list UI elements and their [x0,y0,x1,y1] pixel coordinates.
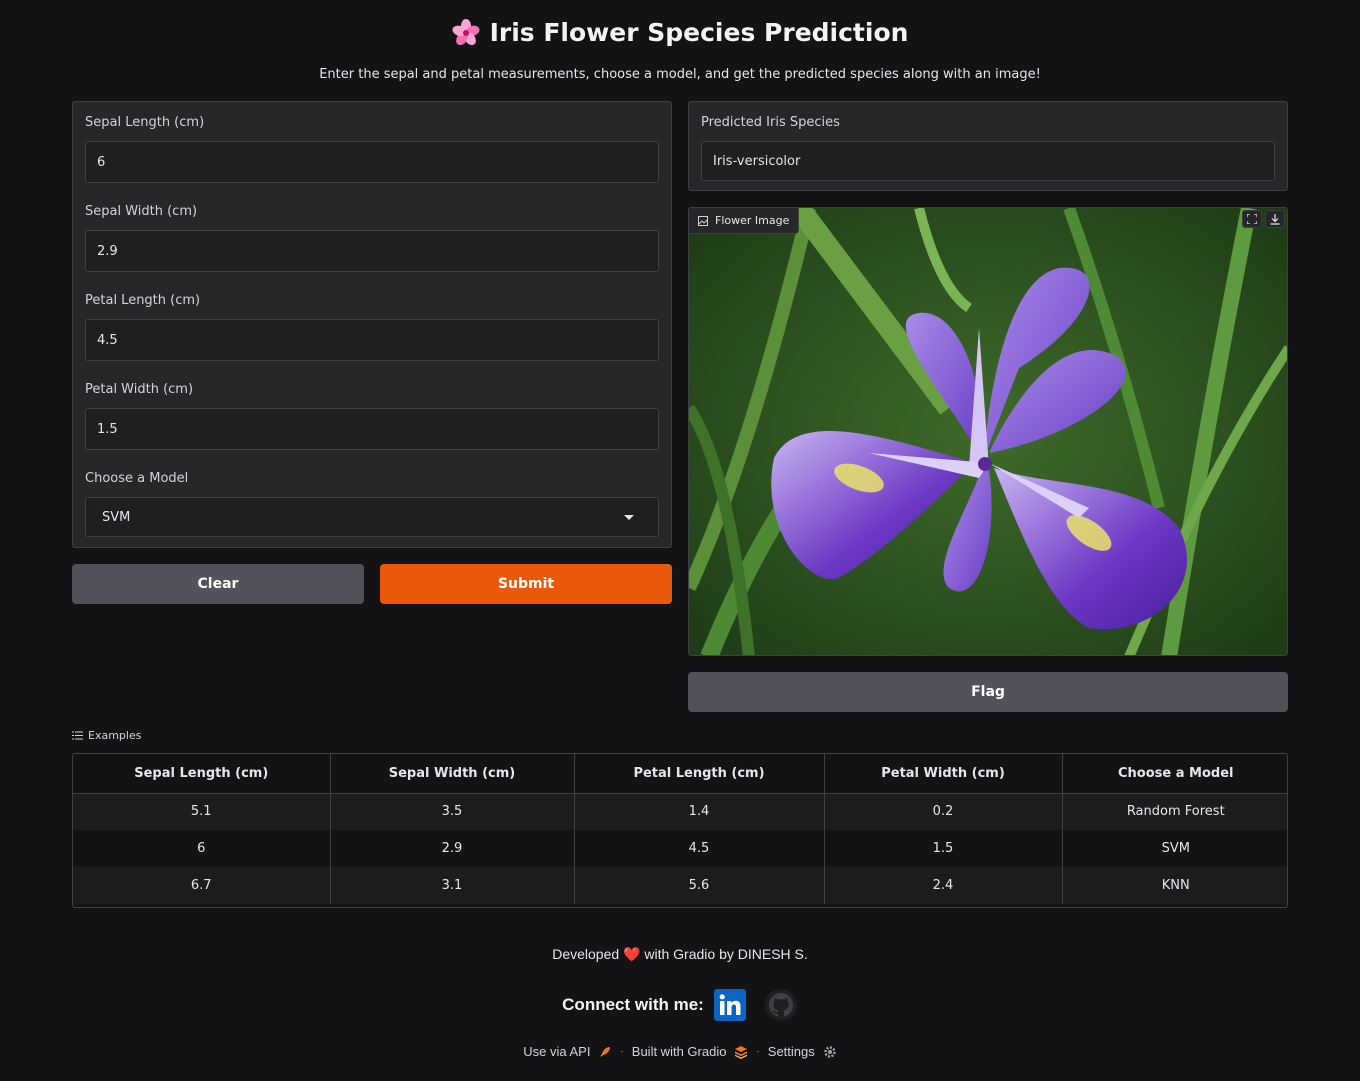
examples-label: Examples [72,729,141,742]
gradio-logo-icon [734,1045,748,1059]
petal-width-label: Petal Width (cm) [85,382,194,397]
predicted-species-label: Predicted Iris Species [701,115,840,130]
table-cell[interactable]: SVM [1062,830,1287,867]
examples-header-cell: Sepal Width (cm) [330,754,575,794]
fullscreen-icon[interactable] [1242,210,1262,228]
use-via-api-link[interactable]: Use via API [523,1044,590,1059]
table-row[interactable]: 6 2.9 4.5 1.5 SVM [73,830,1287,867]
petal-length-label: Petal Length (cm) [85,293,201,308]
table-cell[interactable]: 4.5 [574,830,825,867]
examples-header-cell: Choose a Model [1062,754,1287,794]
petal-width-input[interactable]: 1.5 [85,408,659,450]
table-cell[interactable]: 2.9 [330,830,575,867]
list-icon [72,731,83,740]
table-cell[interactable]: 1.4 [574,793,825,830]
model-select-value: SVM [102,509,131,525]
settings-link[interactable]: Settings [768,1044,815,1059]
output-panel: Predicted Iris Species Iris-versicolor [688,101,1288,191]
table-cell[interactable]: 6.7 [73,867,331,904]
linkedin-icon[interactable] [713,989,746,1021]
built-with-gradio-link[interactable]: Built with Gradio [632,1044,727,1059]
examples-header-cell: Petal Length (cm) [574,754,825,794]
table-cell[interactable]: 3.5 [330,793,575,830]
image-icon [698,215,708,226]
table-cell[interactable]: 5.6 [574,867,825,904]
page-title: Iris Flower Species Prediction [0,18,1360,47]
table-row[interactable]: 6.7 3.1 5.6 2.4 KNN [73,867,1287,904]
table-cell[interactable]: 3.1 [330,867,575,904]
table-cell[interactable]: 0.2 [824,793,1063,830]
download-icon[interactable] [1265,210,1285,228]
developed-suffix: with Gradio by DINESH S. [644,946,808,962]
sepal-width-input[interactable]: 2.9 [85,230,659,272]
sepal-width-label: Sepal Width (cm) [85,204,198,219]
cherry-blossom-icon [452,18,480,47]
separator-dot: · [756,1046,760,1057]
examples-label-text: Examples [88,729,142,742]
page-title-text: Iris Flower Species Prediction [489,18,909,47]
separator-dot: · [620,1046,624,1057]
sepal-length-label: Sepal Length (cm) [85,115,205,130]
model-select-label: Choose a Model [85,471,189,486]
flower-image-label-text: Flower Image [715,214,790,227]
examples-table: Sepal Length (cm) Sepal Width (cm) Petal… [72,753,1288,908]
model-select[interactable]: SVM [85,497,659,537]
table-cell[interactable]: 6 [73,830,331,867]
connect-row: Connect with me: [0,988,1360,1022]
table-cell[interactable]: 2.4 [824,867,1063,904]
submit-button[interactable]: Submit [380,564,672,604]
examples-header-cell: Petal Width (cm) [824,754,1063,794]
developed-by-text: Developed ❤️ with Gradio by DINESH S. [0,946,1360,963]
table-cell[interactable]: 1.5 [824,830,1063,867]
github-icon[interactable] [764,988,798,1022]
iris-flower-image [689,208,1287,655]
table-row[interactable]: 5.1 3.5 1.4 0.2 Random Forest [73,793,1287,830]
rocket-icon [598,1045,612,1059]
connect-label: Connect with me: [562,995,704,1014]
table-cell[interactable]: 5.1 [73,793,331,830]
table-cell[interactable]: Random Forest [1062,793,1287,830]
examples-header-cell: Sepal Length (cm) [73,754,331,794]
examples-header-row: Sepal Length (cm) Sepal Width (cm) Petal… [73,754,1287,794]
table-cell[interactable]: KNN [1062,867,1287,904]
flag-button[interactable]: Flag [688,672,1288,712]
footer-links: Use via API · Built with Gradio · Settin… [0,1044,1360,1059]
flower-image-panel: Flower Image [688,207,1288,656]
sepal-length-input[interactable]: 6 [85,141,659,183]
clear-button[interactable]: Clear [72,564,364,604]
page-subtitle: Enter the sepal and petal measurements, … [319,67,1041,82]
predicted-species-output[interactable]: Iris-versicolor [701,141,1275,181]
chevron-down-icon [624,515,634,520]
flower-image-label: Flower Image [689,208,800,234]
gear-icon [823,1045,837,1059]
developed-prefix: Developed [552,946,620,962]
input-panel: Sepal Length (cm) 6 Sepal Width (cm) 2.9… [72,101,672,548]
petal-length-input[interactable]: 4.5 [85,319,659,361]
heart-icon: ❤️ [623,946,641,962]
